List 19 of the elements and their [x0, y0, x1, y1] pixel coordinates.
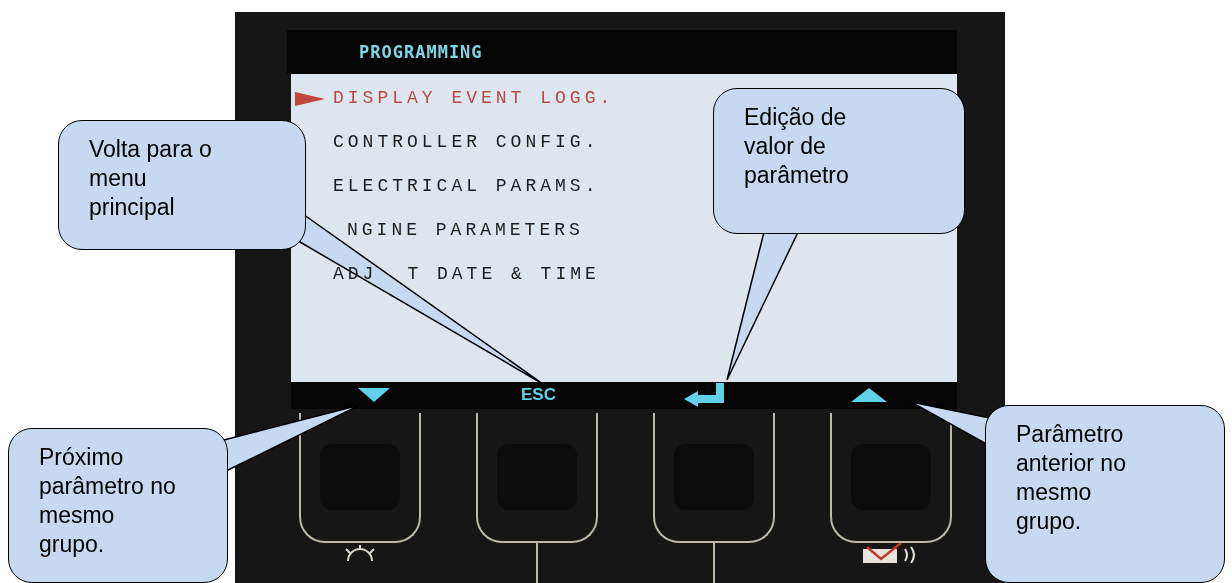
callout-note: Volta para o menu principal [58, 120, 306, 250]
soft-button[interactable] [299, 413, 421, 543]
soft-button[interactable] [476, 413, 598, 543]
soft-button[interactable] [830, 413, 952, 543]
down-arrow-icon [357, 388, 390, 403]
soft-button[interactable] [653, 413, 775, 543]
menu-item[interactable]: CONTROLLER CONFIG. [333, 130, 600, 153]
stem-line [712, 543, 716, 583]
stem-line [535, 543, 539, 583]
menu-item[interactable]: NGINE PARAMETERS [347, 218, 584, 241]
screen-title: PROGRAMMING [359, 41, 483, 62]
esc-label: ESC [521, 385, 556, 406]
enter-icon [683, 383, 724, 408]
callout-note: Parâmetro anterior no mesmo grupo. [985, 405, 1225, 583]
menu-item[interactable]: T DATE & TIME [407, 262, 600, 285]
up-arrow-icon [850, 388, 887, 403]
menu-item[interactable]: ELECTRICAL PARAMS. [333, 174, 600, 197]
callout-note: Próximo parâmetro no mesmo grupo. [8, 428, 228, 583]
menu-item[interactable]: DISPLAY EVENT LOGG. [333, 86, 615, 109]
